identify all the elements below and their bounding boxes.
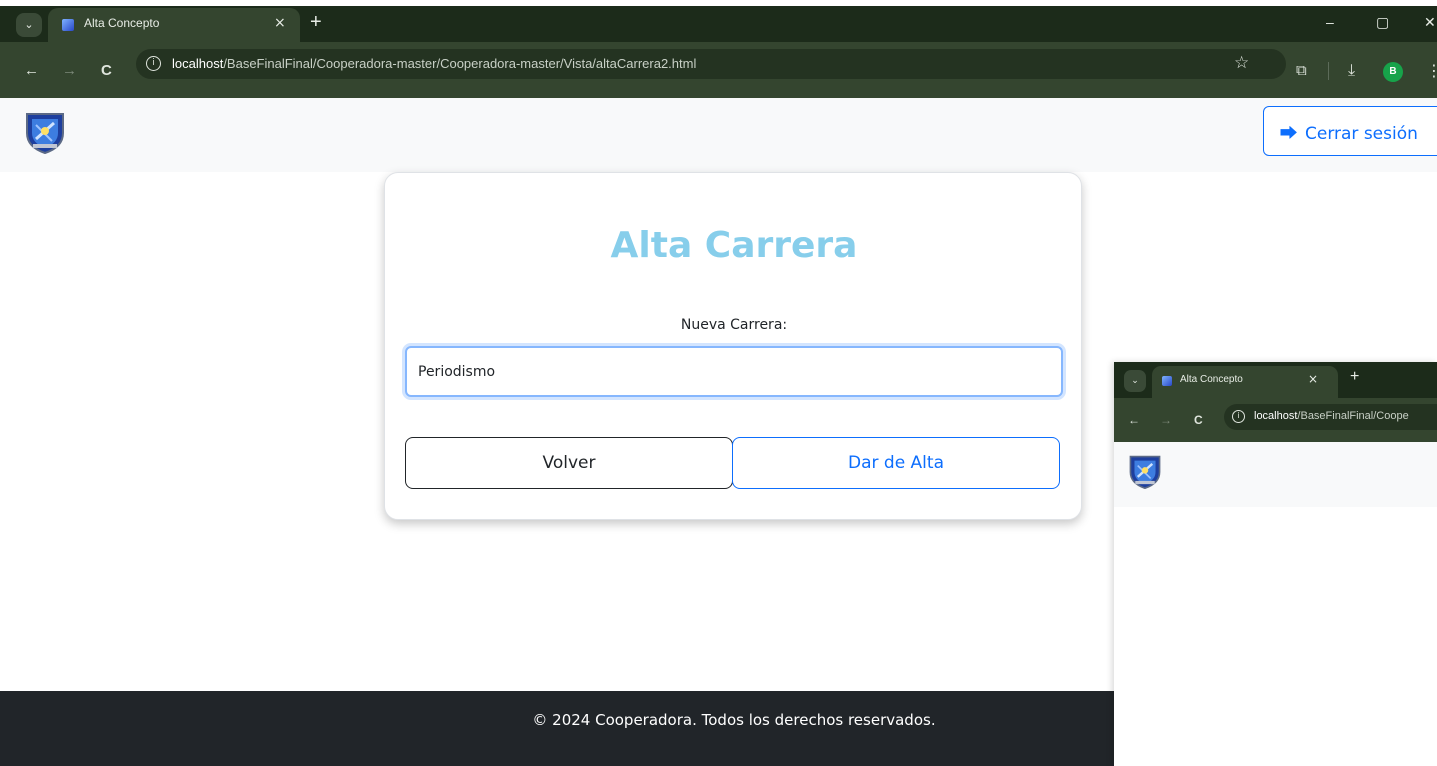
tab-close-icon[interactable]: × (274, 15, 286, 31)
second-browser-window[interactable]: ⌄ Alta Concepto × + ← → C i localhost/Ba… (1114, 362, 1437, 766)
site-navbar: ⮕ Cerrar sesión (0, 98, 1437, 172)
second-site-info-icon[interactable]: i (1232, 410, 1245, 423)
url-host: localhost (172, 56, 224, 71)
profile-avatar[interactable]: B (1383, 62, 1403, 82)
second-address-bar[interactable]: i localhost/BaseFinalFinal/Coope (1224, 404, 1437, 430)
close-window-icon[interactable]: ✕ (1424, 14, 1436, 31)
nueva-carrera-label: Nueva Carrera: (680, 317, 788, 333)
second-tab-close-icon[interactable]: × (1308, 372, 1318, 386)
url-path: /BaseFinalFinal/Cooperadora-master/Coope… (223, 56, 697, 71)
second-tab-title: Alta Concepto (1180, 374, 1243, 385)
extensions-icon[interactable]: ⧉ (1296, 61, 1307, 79)
restore-icon[interactable]: ▢ (1376, 14, 1389, 31)
site-info-icon[interactable]: i (146, 56, 161, 71)
tab-search-dropdown-icon[interactable]: ⌄ (16, 13, 42, 37)
second-toolbar: ← → C i localhost/BaseFinalFinal/Coope (1114, 398, 1437, 442)
second-tab-dropdown-icon[interactable]: ⌄ (1124, 370, 1146, 392)
tab-alta-concepto[interactable]: Alta Concepto × (48, 8, 300, 42)
second-back-arrow-icon[interactable]: ← (1128, 413, 1140, 427)
second-site-navbar (1114, 442, 1437, 507)
browser-menu-icon[interactable]: ⋮ (1426, 61, 1437, 80)
second-tab-alta-concepto[interactable]: Alta Concepto × (1152, 366, 1338, 398)
page-title: Alta Carrera (610, 225, 858, 266)
bookmark-star-icon[interactable]: ☆ (1234, 53, 1249, 73)
dar-de-alta-button[interactable]: Dar de Alta (732, 437, 1060, 489)
second-url-text[interactable]: localhost/BaseFinalFinal/Coope (1254, 410, 1409, 422)
second-forward-arrow-icon[interactable]: → (1160, 413, 1172, 427)
second-crest-favicon-icon (1162, 376, 1172, 386)
logout-label: Cerrar sesión (1305, 124, 1418, 144)
crest-favicon-icon (62, 19, 74, 31)
browser-toolbar: ← → C i localhost/BaseFinalFinal/Coopera… (0, 42, 1437, 98)
reload-icon[interactable]: C (101, 62, 112, 79)
second-reload-icon[interactable]: C (1194, 413, 1203, 427)
browser-tab-bar: ⌄ Alta Concepto × + – ▢ ✕ (0, 6, 1437, 42)
new-tab-icon[interactable]: + (310, 11, 322, 34)
volver-button[interactable]: Volver (405, 437, 733, 489)
back-arrow-icon[interactable]: ← (24, 62, 39, 79)
tab-title: Alta Concepto (84, 16, 160, 30)
crest-logo-icon[interactable] (24, 111, 66, 155)
second-new-tab-icon[interactable]: + (1350, 368, 1359, 386)
second-url-path: /BaseFinalFinal/Coope (1297, 410, 1409, 422)
toolbar-divider (1328, 62, 1329, 80)
address-bar[interactable]: i localhost/BaseFinalFinal/Cooperadora-m… (136, 49, 1286, 79)
alta-carrera-card: Alta Carrera Nueva Carrera: Volver Dar d… (384, 172, 1082, 520)
second-url-host: localhost (1254, 410, 1298, 422)
second-tab-bar: ⌄ Alta Concepto × + (1114, 362, 1437, 398)
nueva-carrera-input[interactable] (405, 346, 1063, 397)
second-crest-logo-icon[interactable] (1128, 454, 1162, 490)
forward-arrow-icon[interactable]: → (62, 62, 77, 79)
sign-out-icon: ⮕ (1280, 124, 1297, 144)
logout-button[interactable]: ⮕ Cerrar sesión (1263, 106, 1437, 156)
url-text[interactable]: localhost/BaseFinalFinal/Cooperadora-mas… (172, 56, 696, 71)
minimize-icon[interactable]: – (1326, 14, 1334, 30)
download-icon[interactable]: ⤓ (1348, 60, 1355, 80)
